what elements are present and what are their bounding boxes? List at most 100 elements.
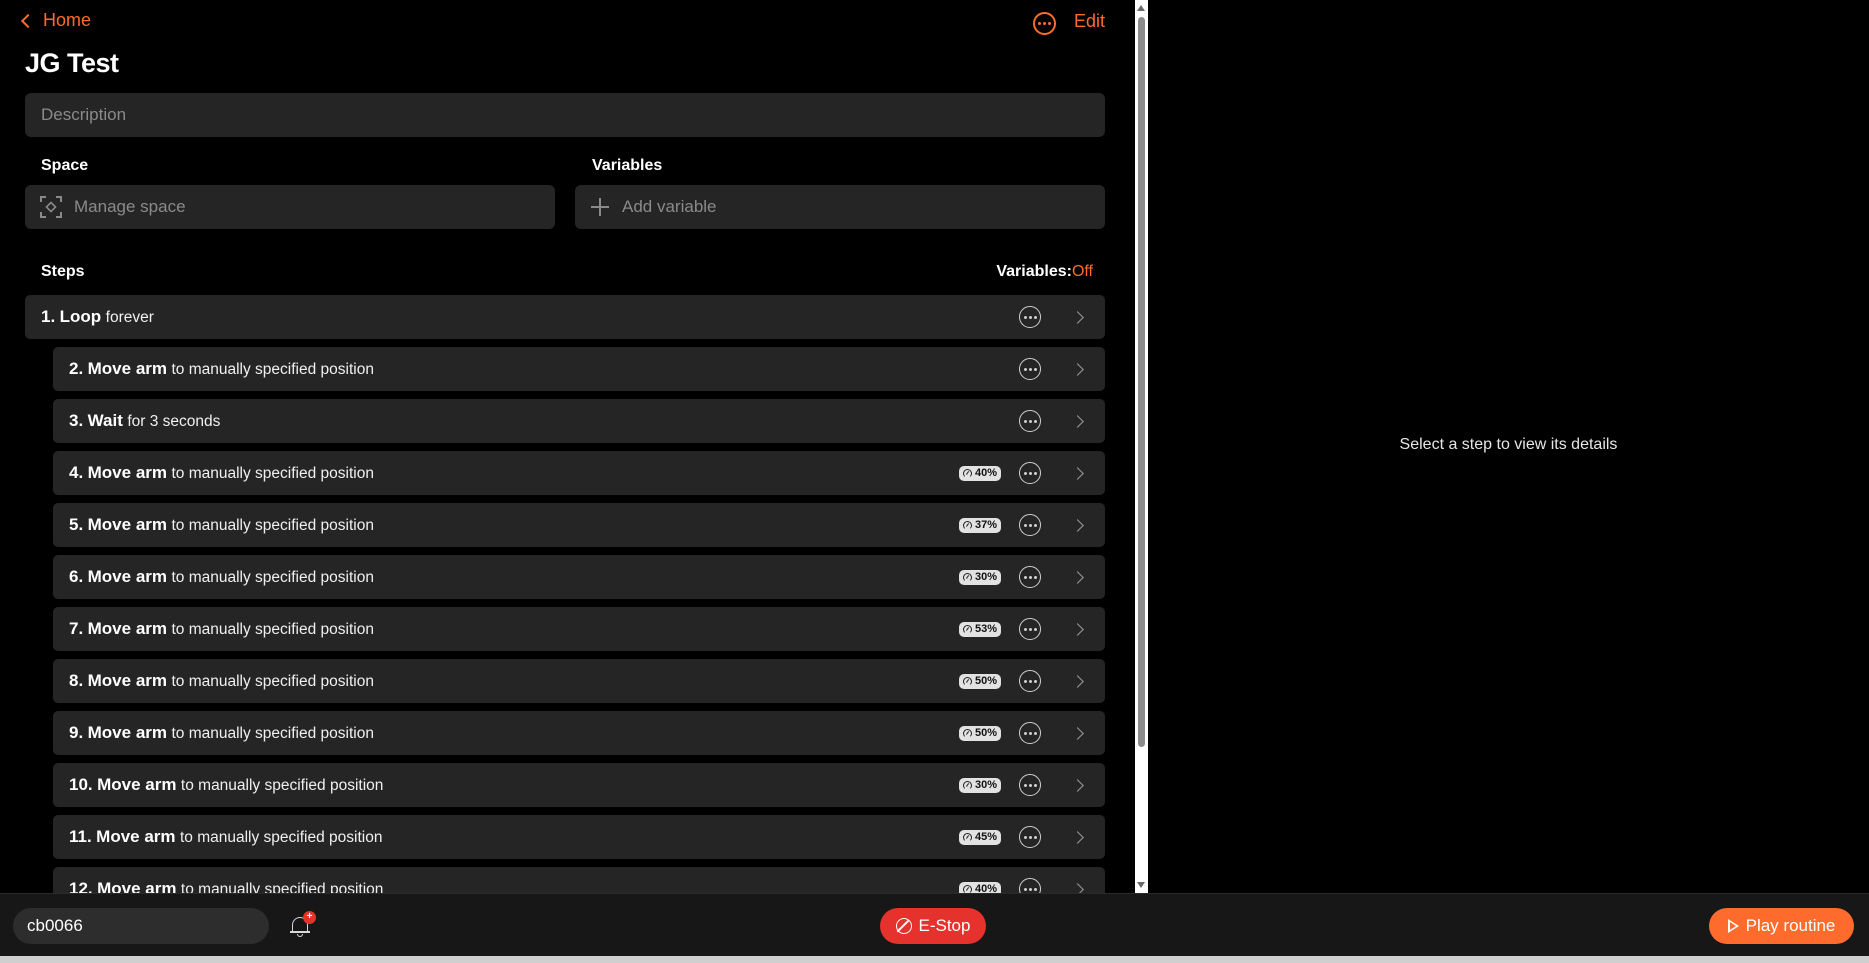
step-row[interactable]: 10. Move arm to manually specified posit… <box>53 763 1105 807</box>
step-more-options-button[interactable] <box>1019 878 1041 893</box>
speed-value: 50% <box>974 675 997 687</box>
chevron-right-icon[interactable] <box>1071 882 1084 893</box>
variables-visibility-toggle[interactable]: Variables:Off <box>996 263 1093 281</box>
step-more-options-button[interactable] <box>1019 306 1041 328</box>
ban-icon <box>895 918 912 934</box>
notification-badge: + <box>303 911 316 924</box>
variables-toggle-label: Variables: <box>996 263 1072 280</box>
step-text: 4. Move arm to manually specified positi… <box>69 463 959 483</box>
speedometer-icon <box>962 520 972 530</box>
speedometer-icon <box>962 832 972 842</box>
play-icon <box>1727 919 1739 933</box>
more-dot <box>1028 731 1032 735</box>
e-stop-button[interactable]: E-Stop <box>880 908 986 944</box>
more-dot <box>1033 627 1037 631</box>
step-more-options-button[interactable] <box>1019 618 1041 640</box>
chevron-right-icon[interactable] <box>1071 466 1084 480</box>
step-row[interactable]: 9. Move arm to manually specified positi… <box>53 711 1105 755</box>
step-detail: to manually specified position <box>171 569 374 586</box>
step-row[interactable]: 12. Move arm to manually specified posit… <box>53 867 1105 893</box>
step-row[interactable]: 6. Move arm to manually specified positi… <box>53 555 1105 599</box>
step-row[interactable]: 4. Move arm to manually specified positi… <box>53 451 1105 495</box>
speed-badge: 40% <box>958 465 1001 481</box>
routine-editor-pane: Home Edit JG Test Description Space Vari… <box>0 0 1135 893</box>
step-detail-panel: Select a step to view its details <box>1148 0 1869 893</box>
step-row[interactable]: 5. Move arm to manually specified positi… <box>53 503 1105 547</box>
step-row[interactable]: 8. Move arm to manually specified positi… <box>53 659 1105 703</box>
step-text: 1. Loop forever <box>41 307 1019 327</box>
more-dot <box>1023 315 1027 319</box>
speed-value: 50% <box>974 727 997 739</box>
chevron-right-icon[interactable] <box>1071 518 1084 532</box>
more-dot <box>1028 523 1032 527</box>
variables-label: Variables <box>592 157 663 174</box>
step-action: Move arm <box>87 359 168 378</box>
step-row[interactable]: 2. Move arm to manually specified positi… <box>53 347 1105 391</box>
edit-button[interactable]: Edit <box>1074 11 1105 32</box>
play-routine-button[interactable]: Play routine <box>1709 908 1854 944</box>
step-detail: to manually specified position <box>179 829 383 846</box>
speed-value: 30% <box>974 779 997 791</box>
speed-badge: 50% <box>958 725 1001 741</box>
step-more-options-button[interactable] <box>1019 462 1041 484</box>
step-row[interactable]: 11. Move arm to manually specified posit… <box>53 815 1105 859</box>
chevron-right-icon[interactable] <box>1071 778 1084 792</box>
scroll-down-arrow-icon[interactable] <box>1137 882 1145 888</box>
more-dot <box>1033 835 1037 839</box>
more-dot <box>1033 315 1037 319</box>
more-dot <box>1028 627 1032 631</box>
more-dot <box>1023 679 1027 683</box>
step-text: 11. Move arm to manually specified posit… <box>69 827 959 847</box>
chevron-right-icon[interactable] <box>1071 310 1084 324</box>
step-detail: to manually specified position <box>171 465 374 482</box>
device-selector[interactable]: cb0066 <box>13 908 269 944</box>
back-home-label: Home <box>43 10 92 30</box>
step-more-options-button[interactable] <box>1019 826 1041 848</box>
step-number: 6. <box>69 567 84 586</box>
step-action: Move arm <box>87 671 168 690</box>
step-more-options-button[interactable] <box>1019 774 1041 796</box>
routine-title: JG Test <box>25 48 119 78</box>
top-bar: Home Edit <box>20 10 1105 36</box>
bottom-bar: cb0066 + E-Stop Play routine <box>0 893 1869 956</box>
add-variable-label: Add variable <box>622 197 717 216</box>
chevron-right-icon[interactable] <box>1071 622 1084 636</box>
step-more-options-button[interactable] <box>1019 358 1041 380</box>
more-dot <box>1028 367 1032 371</box>
chevron-right-icon[interactable] <box>1071 362 1084 376</box>
steps-scrollbar[interactable] <box>1135 0 1148 893</box>
speed-value: 37% <box>974 519 997 531</box>
step-more-options-button[interactable] <box>1019 670 1041 692</box>
step-more-options-button[interactable] <box>1019 514 1041 536</box>
chevron-right-icon[interactable] <box>1071 414 1084 428</box>
back-home-link[interactable]: Home <box>20 10 91 31</box>
scrollbar-thumb[interactable] <box>1138 17 1145 747</box>
chevron-right-icon[interactable] <box>1071 830 1084 844</box>
description-field[interactable]: Description <box>25 93 1105 137</box>
speed-badge: 40% <box>958 881 1001 893</box>
step-more-options-button[interactable] <box>1019 410 1041 432</box>
step-row[interactable]: 3. Wait for 3 seconds <box>53 399 1105 443</box>
play-routine-label: Play routine <box>1745 916 1836 935</box>
step-more-options-button[interactable] <box>1019 566 1041 588</box>
notifications-bell-icon[interactable]: + <box>290 911 316 938</box>
more-dot <box>1033 367 1037 371</box>
step-detail-placeholder: Select a step to view its details <box>1399 436 1618 453</box>
chevron-right-icon[interactable] <box>1071 570 1084 584</box>
step-more-options-button[interactable] <box>1019 722 1041 744</box>
scroll-up-arrow-icon[interactable] <box>1137 5 1145 11</box>
routine-more-options-button[interactable] <box>1033 12 1056 35</box>
manage-space-button[interactable]: Manage space <box>25 185 555 229</box>
step-number: 4. <box>69 463 84 482</box>
speedometer-icon <box>962 468 972 478</box>
step-row[interactable]: 1. Loop forever <box>25 295 1105 339</box>
speed-value: 40% <box>974 467 997 479</box>
step-row[interactable]: 7. Move arm to manually specified positi… <box>53 607 1105 651</box>
step-text: 2. Move arm to manually specified positi… <box>69 359 1019 379</box>
more-dot <box>1023 575 1027 579</box>
speed-value: 40% <box>974 883 997 893</box>
chevron-right-icon[interactable] <box>1071 726 1084 740</box>
chevron-right-icon[interactable] <box>1071 674 1084 688</box>
add-variable-button[interactable]: Add variable <box>575 185 1105 229</box>
step-number: 10. <box>69 775 93 794</box>
